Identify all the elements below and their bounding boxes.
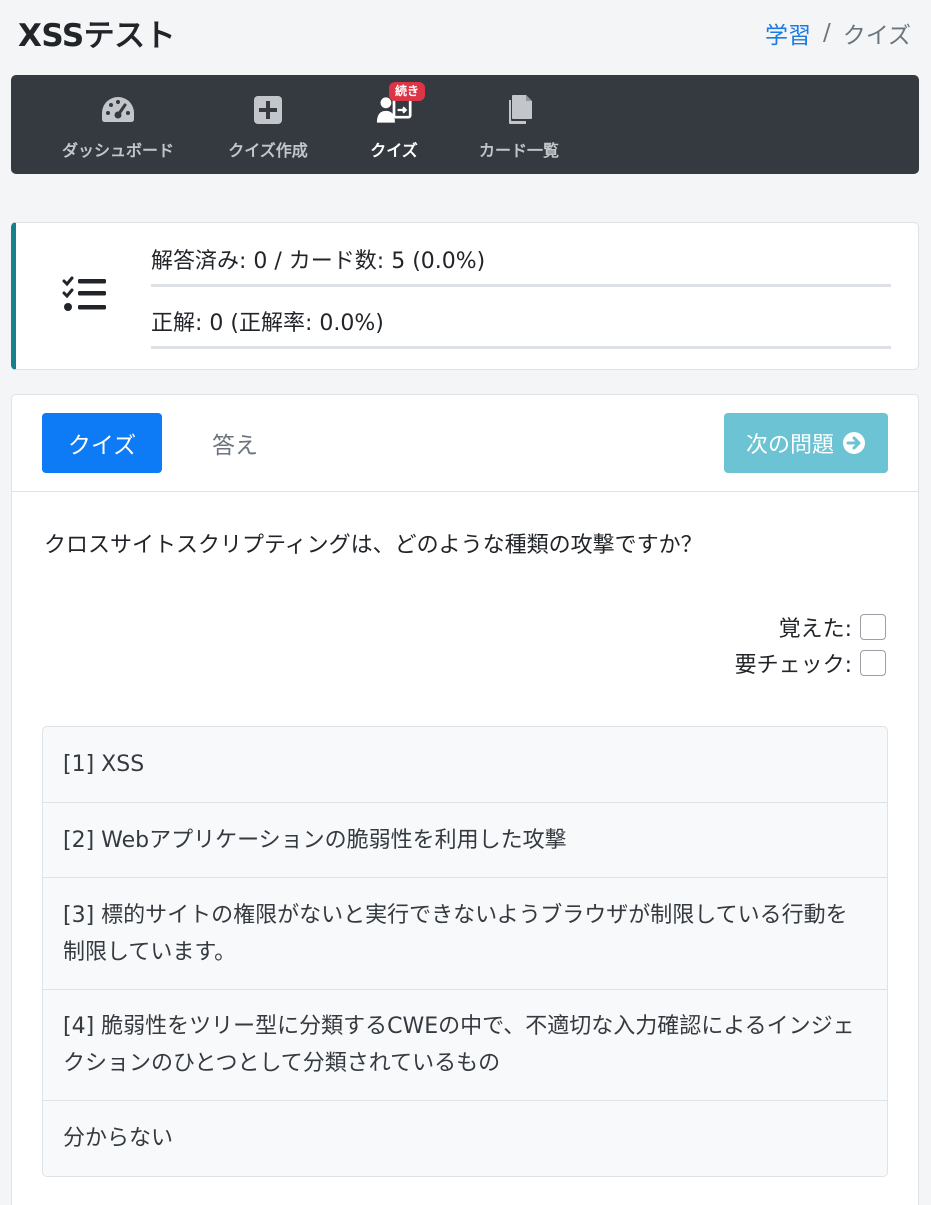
checklist-icon [62, 275, 110, 315]
nav-item-create-quiz[interactable]: クイズ作成 [219, 75, 317, 174]
answer-option-text: [2] Webアプリケーションの脆弱性を利用した攻撃 [63, 827, 567, 853]
needs-check-label: 要チェック: [734, 653, 852, 678]
answer-option-text: [1] XSS [63, 752, 145, 777]
breadcrumb: 学習 / クイズ [765, 16, 911, 50]
page: XSSテスト 学習 / クイズ ダッシュボード クイズ作成 クイズ 続き カード… [0, 0, 931, 1205]
question-text: クロスサイトスクリプティングは、どのような種類の攻撃ですか？ [44, 533, 703, 558]
header: XSSテスト 学習 / クイズ [0, 0, 931, 66]
stats-card: 解答済み: 0 / カード数: 5 (0.0%) 正解: 0 (正解率: 0.0… [11, 222, 919, 370]
next-question-label: 次の問題 [745, 433, 834, 458]
answered-progress-track [151, 284, 891, 287]
gauge-icon [100, 93, 136, 127]
answer-options: [1] XSS [2] Webアプリケーションの脆弱性を利用した攻撃 [3] 標… [42, 726, 888, 1177]
plus-square-icon [250, 93, 286, 127]
answer-option-text: [3] 標的サイトの権限がないと実行できないようブラウザが制限している行動を制限… [63, 902, 848, 965]
next-question-button[interactable]: 次の問題 [724, 413, 888, 473]
answered-stat: 解答済み: 0 / カード数: 5 (0.0%) [151, 249, 486, 274]
quiz-card-header: クイズ 答え 次の問題 [12, 395, 918, 492]
tab-answer[interactable]: 答え [180, 413, 290, 473]
continue-badge: 続き [389, 82, 426, 101]
answer-option-3[interactable]: [3] 標的サイトの権限がないと実行できないようブラウザが制限している行動を制限… [43, 878, 887, 990]
nav-label-card-list: カード一覧 [478, 141, 560, 160]
nav-label-create-quiz: クイズ作成 [228, 141, 308, 160]
breadcrumb-separator: / [822, 20, 831, 46]
page-title: XSSテスト [18, 18, 176, 54]
answer-option-2[interactable]: [2] Webアプリケーションの脆弱性を利用した攻撃 [43, 803, 887, 878]
answer-option-4[interactable]: [4] 脆弱性をツリー型に分類するCWEの中で、不適切な入力確認によるインジェク… [43, 990, 887, 1101]
correct-progress-track [151, 346, 891, 349]
nav-label-quiz: クイズ [370, 141, 418, 160]
quiz-card: クイズ 答え 次の問題 クロスサイトスクリプティングは、どのような種類の攻撃です… [11, 394, 919, 1205]
needs-check-checkbox[interactable] [860, 650, 886, 676]
answer-option-1[interactable]: [1] XSS [43, 727, 887, 803]
tab-quiz[interactable]: クイズ [42, 413, 162, 473]
answer-option-text: [4] 脆弱性をツリー型に分類するCWEの中で、不適切な入力確認によるインジェク… [63, 1014, 855, 1076]
correct-stat: 正解: 0 (正解率: 0.0%) [151, 311, 384, 336]
answer-option-dont-know[interactable]: 分からない [43, 1101, 887, 1176]
memorized-checkbox[interactable] [860, 614, 886, 640]
memorized-label: 覚えた: [778, 617, 852, 642]
nav-label-dashboard: ダッシュボード [61, 141, 175, 160]
memorized-row: 覚えた: [779, 611, 886, 643]
nav-item-dashboard[interactable]: ダッシュボード [56, 75, 180, 174]
copy-icon [501, 93, 537, 127]
needs-check-row: 要チェック: [735, 647, 886, 679]
nav-item-card-list[interactable]: カード一覧 [471, 75, 567, 174]
navbar: ダッシュボード クイズ作成 クイズ 続き カード一覧 [11, 75, 919, 174]
breadcrumb-current: クイズ [842, 23, 911, 49]
answer-option-text: 分からない [63, 1126, 174, 1151]
arrow-circle-right-icon [842, 431, 866, 455]
breadcrumb-link-study[interactable]: 学習 [765, 16, 811, 50]
